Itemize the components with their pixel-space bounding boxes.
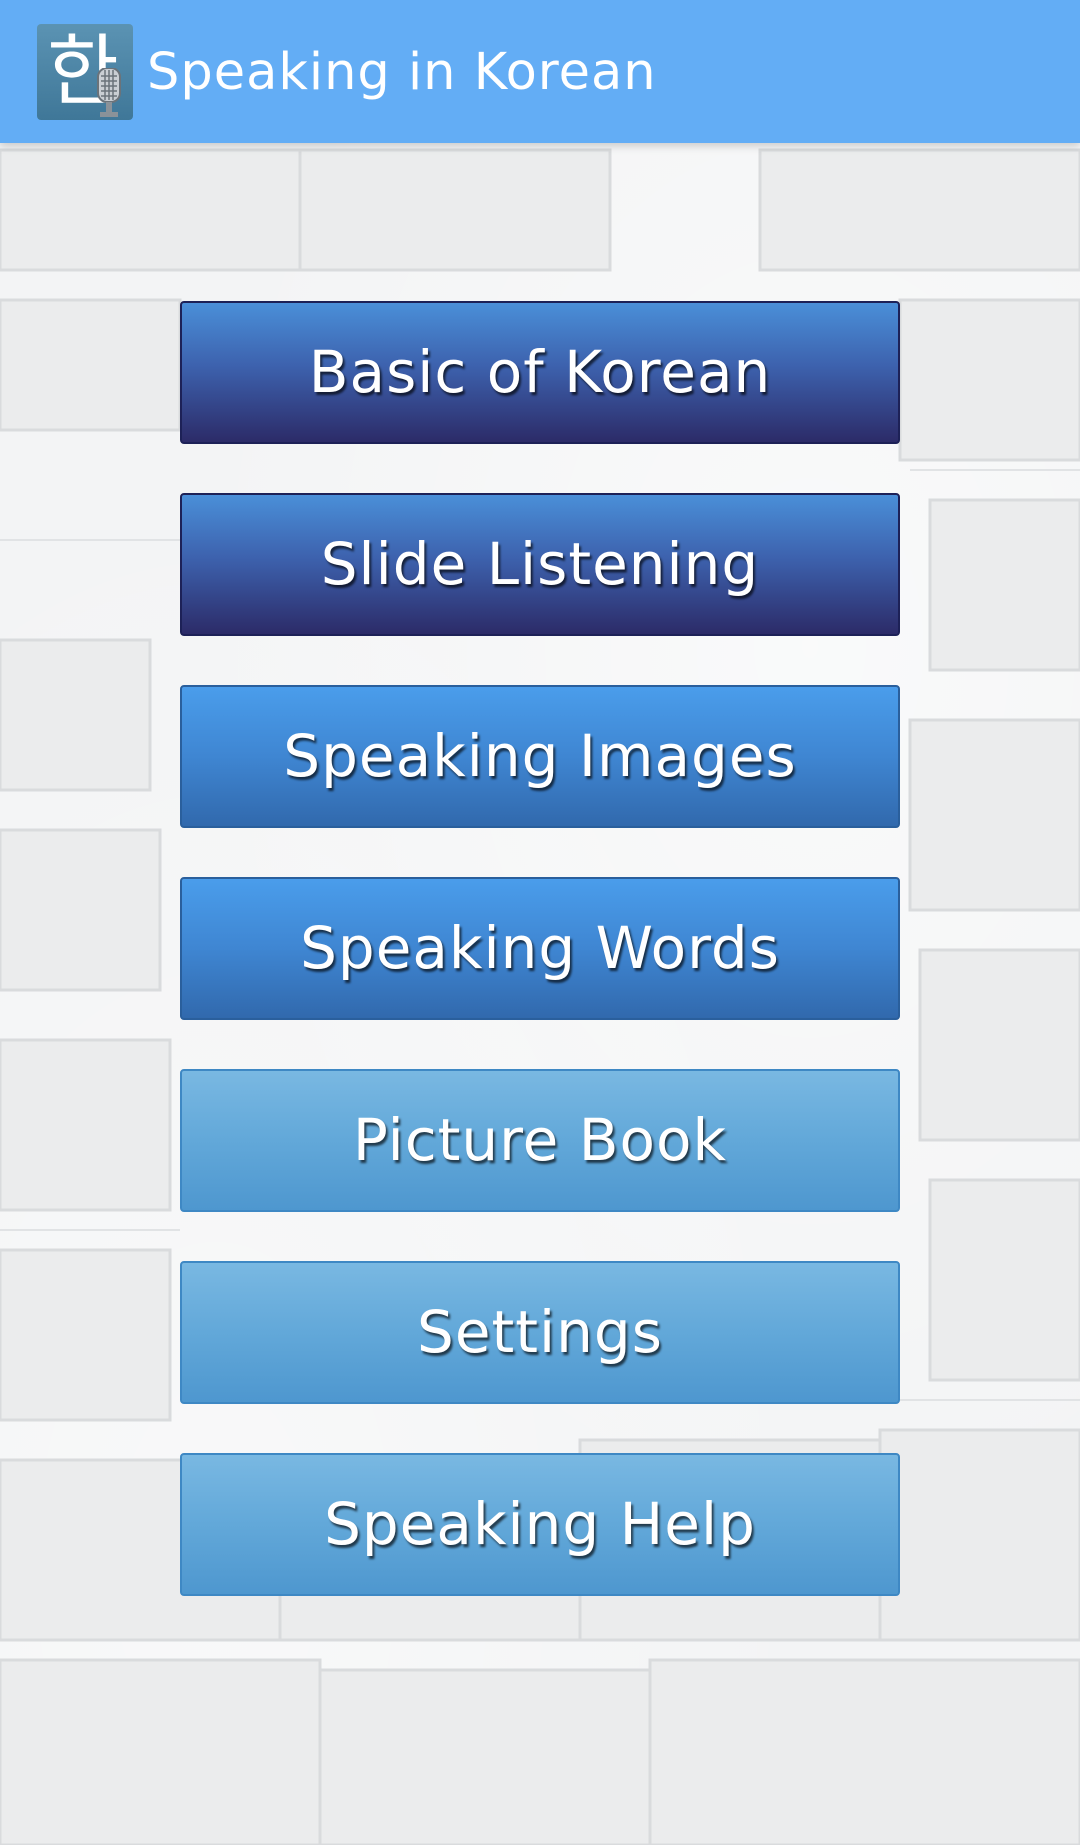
basic-of-korean-button[interactable]: Basic of Korean <box>180 301 900 444</box>
speaking-words-button[interactable]: Speaking Words <box>180 877 900 1020</box>
speaking-images-button[interactable]: Speaking Images <box>180 685 900 828</box>
settings-button[interactable]: Settings <box>180 1261 900 1404</box>
speaking-help-button[interactable]: Speaking Help <box>180 1453 900 1596</box>
microphone-icon <box>97 68 121 117</box>
slide-listening-button[interactable]: Slide Listening <box>180 493 900 636</box>
app-bar: 한 Speaking in Korean <box>0 0 1080 143</box>
main-menu: Basic of Korean Slide Listening Speaking… <box>180 301 900 1645</box>
app-logo-icon[interactable]: 한 <box>37 24 133 120</box>
picture-book-button[interactable]: Picture Book <box>180 1069 900 1212</box>
app-title: Speaking in Korean <box>147 43 657 102</box>
